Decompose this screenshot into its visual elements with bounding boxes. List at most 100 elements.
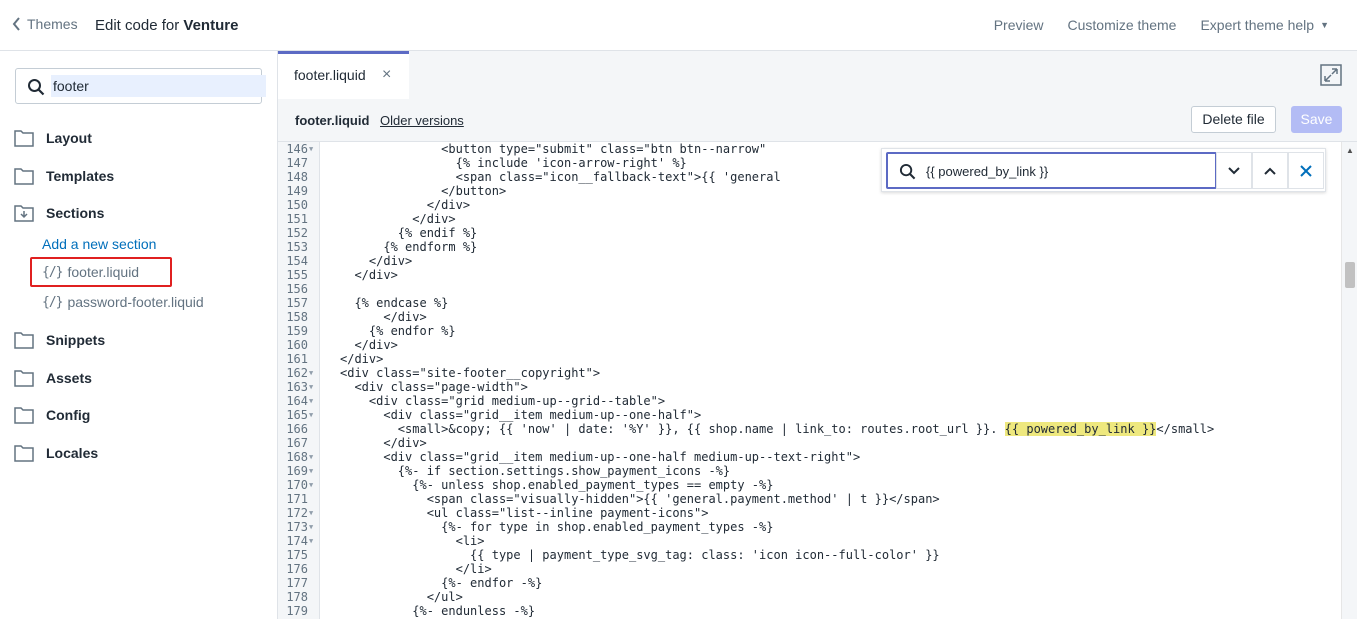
code-text: </div> — [340, 352, 384, 366]
line-number: 150 — [286, 198, 308, 212]
file-search-input[interactable]: footer — [15, 68, 266, 104]
folder-assets[interactable]: Assets — [14, 369, 92, 387]
scroll-up-icon[interactable]: ▲ — [1346, 146, 1354, 155]
folder-sections[interactable]: Sections — [14, 204, 104, 222]
code-line: 163 ▼ <div class="page-width"> — [278, 380, 1338, 394]
fold-arrow-icon[interactable]: ▼ — [309, 450, 313, 464]
line-number: 153 — [286, 240, 308, 254]
folder-templates[interactable]: Templates — [14, 167, 114, 185]
title-prefix: Edit code for — [95, 17, 184, 34]
code-text: {%- unless shop.enabled_payment_types ==… — [340, 478, 774, 492]
tab-footer-liquid[interactable]: footer.liquid × — [278, 51, 409, 99]
find-previous-button[interactable] — [1252, 152, 1288, 189]
preview-link[interactable]: Preview — [994, 17, 1044, 33]
code-text: <div class="grid medium-up--grid--table"… — [340, 394, 666, 408]
line-number: 154 — [286, 254, 308, 268]
save-button[interactable]: Save — [1291, 106, 1342, 133]
line-number: 170 — [286, 478, 308, 492]
file-footer-liquid[interactable]: {/} footer.liquid — [42, 264, 139, 280]
code-line: 170 ▼ {%- unless shop.enabled_payment_typ… — [278, 478, 1338, 492]
code-line: 157 {% endcase %} — [278, 296, 1338, 310]
search-icon — [899, 163, 916, 180]
fold-arrow-icon[interactable]: ▼ — [309, 534, 313, 548]
chevron-down-icon — [1228, 166, 1240, 174]
code-text: <div class="page-width"> — [340, 380, 528, 394]
folder-icon — [14, 130, 34, 147]
code-text: </div> — [340, 254, 413, 268]
editor-tab-strip: footer.liquid × — [278, 51, 1357, 99]
code-text: {% endif %} — [340, 226, 478, 240]
find-input[interactable]: {{ powered_by_link }} — [886, 152, 1217, 189]
fold-arrow-icon[interactable]: ▼ — [309, 520, 313, 534]
expand-icon[interactable] — [1320, 64, 1342, 86]
fold-arrow-icon[interactable]: ▼ — [309, 506, 313, 520]
line-number: 172 — [286, 506, 308, 520]
code-line: 171 <span class="visually-hidden">{{ 'ge… — [278, 492, 1338, 506]
fold-arrow-icon[interactable]: ▼ — [309, 142, 313, 156]
folder-label: Sections — [46, 205, 105, 221]
folder-snippets[interactable]: Snippets — [14, 331, 105, 349]
file-password-footer-liquid[interactable]: {/} password-footer.liquid — [42, 294, 204, 310]
code-text: {% endcase %} — [340, 296, 449, 310]
add-new-section-link[interactable]: Add a new section — [42, 236, 156, 252]
fold-arrow-icon[interactable]: ▼ — [309, 394, 313, 408]
line-number: 151 — [286, 212, 308, 226]
scrollbar-thumb[interactable] — [1345, 262, 1355, 288]
code-line: 173 ▼ {%- for type in shop.enabled_paymen… — [278, 520, 1338, 534]
folder-icon — [14, 370, 34, 387]
file-label: password-footer.liquid — [67, 294, 204, 310]
delete-file-button[interactable]: Delete file — [1191, 106, 1276, 133]
code-editor[interactable]: 146 ▼ <button type="submit" class="btn bt… — [278, 142, 1357, 619]
code-text: {%- for type in shop.enabled_payment_typ… — [340, 520, 774, 534]
code-line: 168 ▼ <div class="grid__item medium-up--o… — [278, 450, 1338, 464]
back-to-themes-link[interactable]: Themes — [12, 16, 78, 32]
code-text: {{ type | payment_type_svg_tag: class: '… — [340, 548, 940, 562]
folder-locales[interactable]: Locales — [14, 444, 98, 462]
line-number: 177 — [286, 576, 308, 590]
line-number: 169 — [286, 464, 308, 478]
older-versions-link[interactable]: Older versions — [380, 113, 464, 128]
fold-arrow-icon[interactable]: ▼ — [309, 478, 313, 492]
code-text: </div> — [340, 268, 398, 282]
code-text: </li> — [340, 562, 492, 576]
top-bar: Themes Edit code for Venture Preview Cus… — [0, 0, 1357, 51]
liquid-file-icon: {/} — [42, 294, 64, 310]
fold-arrow-icon[interactable]: ▼ — [309, 464, 313, 478]
close-icon[interactable]: × — [382, 66, 391, 84]
folder-icon — [14, 332, 34, 349]
expert-help-menu[interactable]: Expert theme help ▼ — [1200, 17, 1329, 33]
file-toolbar: footer.liquid Older versions Delete file… — [278, 99, 1357, 142]
close-find-button[interactable] — [1288, 152, 1324, 189]
folder-layout[interactable]: Layout — [14, 129, 92, 147]
code-line: 150 </div> — [278, 198, 1338, 212]
folder-config[interactable]: Config — [14, 406, 90, 424]
code-text: {%- if section.settings.show_payment_ico… — [340, 464, 731, 478]
fold-arrow-icon[interactable]: ▼ — [309, 366, 313, 380]
code-text: </ul> — [340, 590, 463, 604]
code-line: 159 {% endfor %} — [278, 324, 1338, 338]
line-number: 166 — [286, 422, 308, 436]
find-query: {{ powered_by_link }} — [926, 164, 1049, 179]
search-value: footer — [51, 75, 266, 97]
file-sidebar: footer Layout Templates Sections Add a n… — [0, 51, 278, 619]
code-line: 156 — [278, 282, 1338, 296]
line-number: 161 — [286, 352, 308, 366]
find-panel: {{ powered_by_link }} — [881, 148, 1326, 192]
editor-scrollbar[interactable]: ▲ — [1341, 142, 1357, 619]
code-text: {%- endfor -%} — [340, 576, 543, 590]
theme-name: Venture — [183, 17, 239, 34]
code-text: <button type="submit" class="btn btn--na… — [340, 142, 774, 156]
code-line: 161 </div> — [278, 352, 1338, 366]
fold-arrow-icon[interactable]: ▼ — [309, 380, 313, 394]
find-next-button[interactable] — [1216, 152, 1252, 189]
fold-arrow-icon[interactable]: ▼ — [309, 408, 313, 422]
code-text: <ul class="list--inline payment-icons"> — [340, 506, 709, 520]
code-line: 178 </ul> — [278, 590, 1338, 604]
code-text: <div class="grid__item medium-up--one-ha… — [340, 450, 861, 464]
line-number: 146 — [286, 142, 308, 156]
folder-label: Snippets — [46, 332, 106, 348]
search-match-highlight: {{ powered_by_link }} — [1004, 422, 1157, 436]
code-line: 175 {{ type | payment_type_svg_tag: clas… — [278, 548, 1338, 562]
folder-label: Config — [46, 407, 91, 423]
customize-theme-link[interactable]: Customize theme — [1068, 17, 1177, 33]
